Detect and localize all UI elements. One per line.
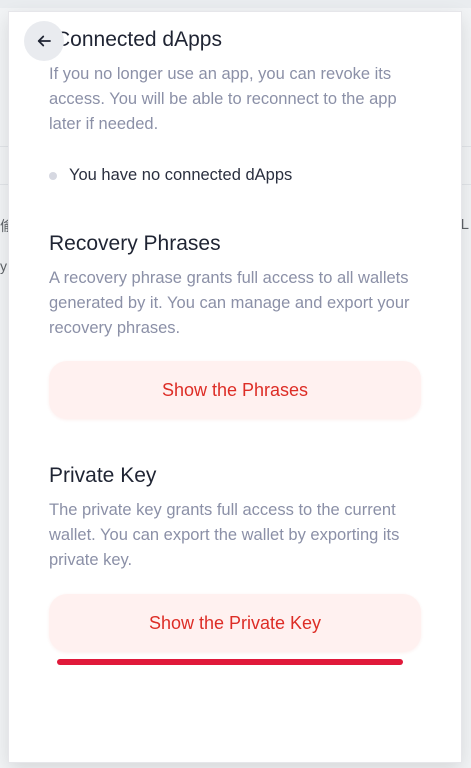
show-phrases-button[interactable]: Show the Phrases — [49, 361, 421, 419]
arrow-left-icon — [37, 35, 51, 47]
connected-dapps-section: Connected dApps If you no longer use an … — [49, 26, 424, 137]
connected-dapps-empty-state: You have no connected dApps — [49, 166, 292, 185]
connected-dapps-description: If you no longer use an app, you can rev… — [49, 65, 397, 133]
private-key-title: Private Key — [49, 464, 157, 487]
background-text-fragment: y — [0, 258, 7, 274]
background-text-fragment: L — [460, 216, 469, 233]
connected-dapps-title: Connected dApps — [55, 28, 222, 51]
back-button[interactable] — [24, 21, 64, 61]
recovery-phrases-section: Recovery Phrases A recovery phrase grant… — [49, 230, 424, 341]
browser-top-strip — [0, 0, 471, 8]
show-private-key-button[interactable]: Show the Private Key — [49, 594, 421, 652]
recovery-phrases-title: Recovery Phrases — [49, 232, 221, 255]
private-key-description: The private key grants full access to th… — [49, 501, 400, 569]
private-key-section: Private Key The private key grants full … — [49, 462, 424, 573]
wallet-settings-popup: Connected dApps If you no longer use an … — [9, 12, 461, 762]
highlight-underline — [57, 659, 403, 665]
dot-icon — [49, 171, 57, 180]
empty-state-text: You have no connected dApps — [69, 166, 293, 184]
recovery-phrases-description: A recovery phrase grants full access to … — [49, 269, 410, 337]
